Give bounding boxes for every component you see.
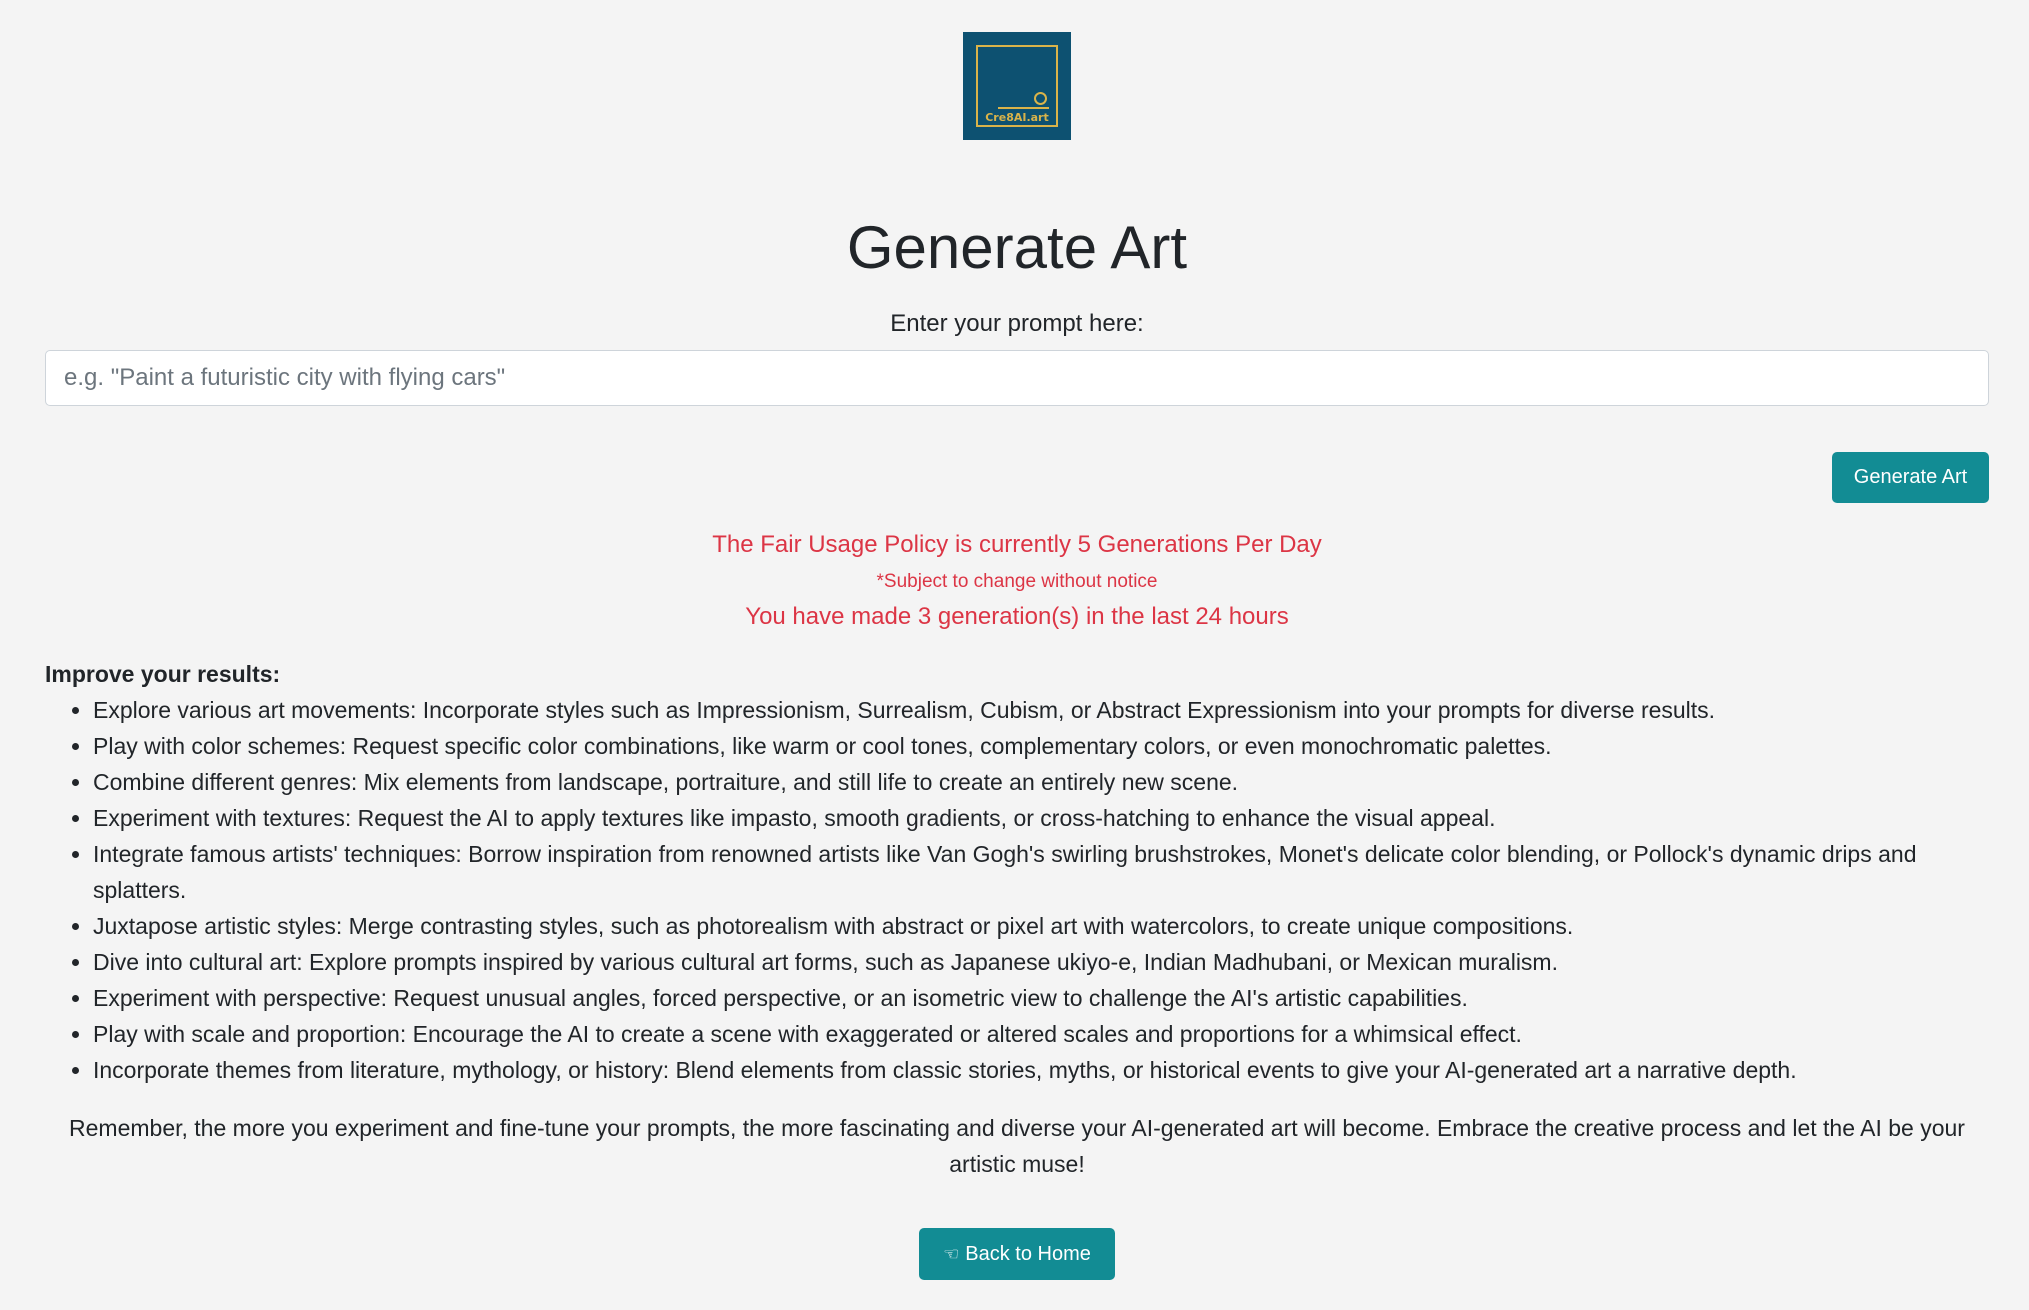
list-item: Experiment with textures: Request the AI… [93, 800, 1989, 836]
logo-wrap: Cre8AI.art [45, 0, 1989, 140]
back-to-home-button[interactable]: ☜ Back to Home [919, 1228, 1115, 1280]
policy-disclaimer-text: *Subject to change without notice [876, 571, 1158, 592]
page-title: Generate Art [846, 214, 1188, 281]
logo-wordmark: Cre8AI.art [985, 111, 1049, 124]
policy-limit-text: The Fair Usage Policy is currently 5 Gen… [712, 531, 1322, 558]
generation-count-text: You have made 3 generation(s) in the las… [745, 603, 1289, 630]
site-logo[interactable]: Cre8AI.art [963, 32, 1071, 140]
tips-list: Explore various art movements: Incorpora… [45, 692, 1989, 1088]
tips-title: Improve your results: [45, 661, 281, 687]
back-to-home-label: Back to Home [965, 1242, 1091, 1265]
prompt-input[interactable] [45, 350, 1989, 406]
hand-pointing-left-icon: ☜ [943, 1243, 960, 1264]
closing-remark: Remember, the more you experiment and fi… [69, 1115, 1965, 1177]
list-item: Juxtapose artistic styles: Merge contras… [93, 908, 1989, 944]
generate-row: Generate Art [45, 452, 1989, 503]
list-item: Incorporate themes from literature, myth… [93, 1052, 1989, 1088]
list-item: Play with scale and proportion: Encourag… [93, 1016, 1989, 1052]
logo-underline [998, 107, 1049, 109]
list-item: Dive into cultural art: Explore prompts … [93, 944, 1989, 980]
prompt-label: Enter your prompt here: [890, 310, 1144, 337]
list-item: Integrate famous artists' techniques: Bo… [93, 836, 1989, 908]
usage-policy: The Fair Usage Policy is currently 5 Gen… [45, 531, 1989, 631]
list-item: Experiment with perspective: Request unu… [93, 980, 1989, 1016]
list-item: Play with color schemes: Request specifi… [93, 728, 1989, 764]
list-item: Explore various art movements: Incorpora… [93, 692, 1989, 728]
logo-mark-icon [1034, 92, 1047, 105]
list-item: Combine different genres: Mix elements f… [93, 764, 1989, 800]
generate-art-button[interactable]: Generate Art [1832, 452, 1989, 503]
home-row: ☜ Back to Home [45, 1228, 1989, 1280]
main-container: Cre8AI.art Generate Art Enter your promp… [45, 0, 1989, 1280]
